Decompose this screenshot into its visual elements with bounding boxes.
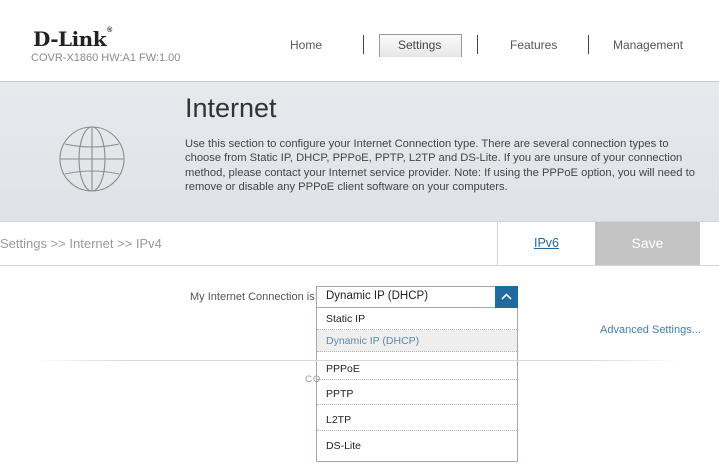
nav-home[interactable]: Home	[290, 38, 322, 52]
page-banner: Internet Use this section to configure y…	[0, 81, 719, 221]
ipv6-link[interactable]: IPv6	[497, 222, 595, 265]
obscured-text: CO	[305, 374, 322, 385]
nav-settings[interactable]: Settings	[398, 38, 441, 52]
nav-divider	[363, 35, 364, 54]
option-l2tp[interactable]: L2TP	[317, 409, 517, 431]
option-ds-lite[interactable]: DS-Lite	[317, 435, 517, 457]
nav-divider	[588, 35, 589, 54]
option-dynamic-ip[interactable]: Dynamic IP (DHCP)	[317, 330, 517, 352]
option-pptp[interactable]: PPTP	[317, 383, 517, 405]
page-title: Internet	[185, 93, 277, 123]
nav-divider	[477, 35, 478, 54]
connection-type-label: My Internet Connection is:	[190, 291, 318, 303]
nav-management[interactable]: Management	[613, 38, 683, 52]
header: D-Link® COVR-X1860 HW:A1 FW:1.00 Home Se…	[0, 0, 719, 80]
nav-features[interactable]: Features	[510, 38, 557, 52]
advanced-settings-link[interactable]: Advanced Settings...	[600, 324, 701, 336]
option-static-ip[interactable]: Static IP	[317, 308, 517, 330]
section-divider	[33, 360, 683, 361]
connection-type-select[interactable]: Dynamic IP (DHCP)	[316, 286, 518, 308]
toolbar: Settings >> Internet >> IPv4 IPv6 Save	[0, 221, 719, 266]
option-pppoe[interactable]: PPPoE	[317, 358, 517, 380]
globe-icon	[55, 122, 129, 201]
model-info: COVR-X1860 HW:A1 FW:1.00	[31, 52, 195, 64]
page-description: Use this section to configure your Inter…	[185, 138, 695, 193]
connection-type-dropdown: Static IP Dynamic IP (DHCP) PPPoE PPTP L…	[316, 308, 518, 462]
brand-logo: D-Link®	[33, 27, 112, 51]
breadcrumb: Settings >> Internet >> IPv4	[0, 236, 162, 251]
connection-type-value: Dynamic IP (DHCP)	[326, 290, 429, 302]
chevron-up-icon[interactable]	[495, 286, 518, 308]
save-button[interactable]: Save	[595, 222, 700, 265]
